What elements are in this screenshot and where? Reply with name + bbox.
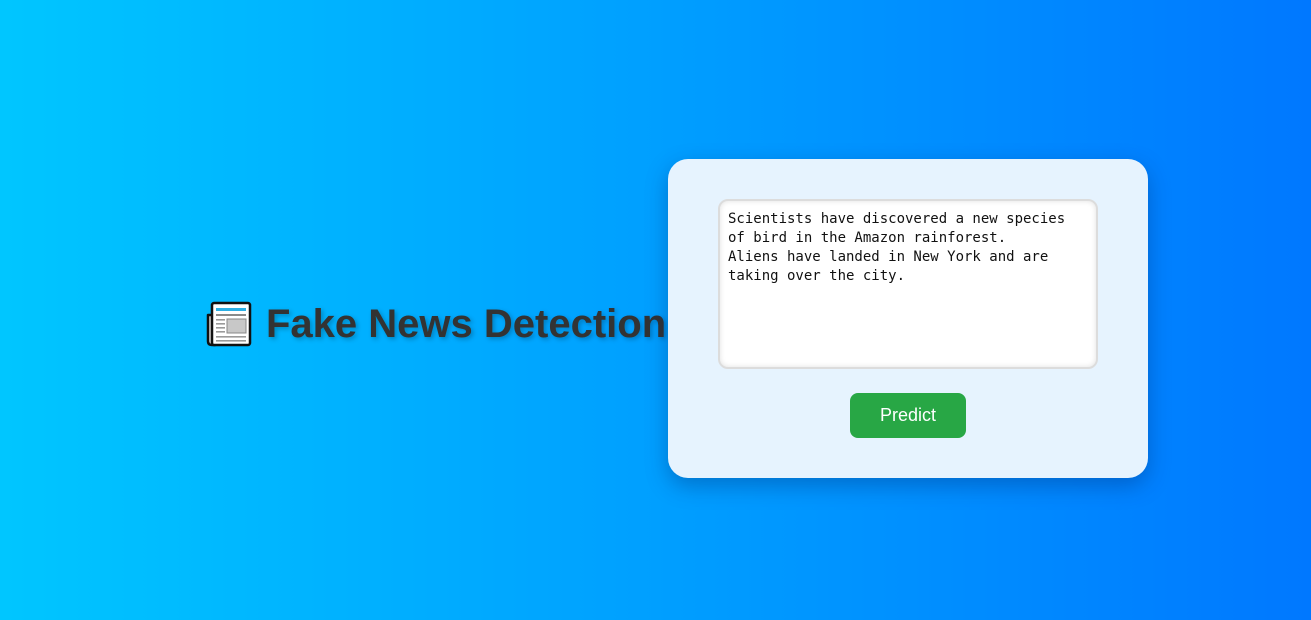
- newspaper-icon: [206, 301, 252, 347]
- news-text-input[interactable]: [718, 199, 1098, 369]
- predict-button[interactable]: Predict: [850, 393, 966, 438]
- prediction-card: Predict: [668, 159, 1148, 478]
- page-title-text: Fake News Detection: [266, 301, 667, 346]
- page-title: Fake News Detection: [206, 298, 666, 350]
